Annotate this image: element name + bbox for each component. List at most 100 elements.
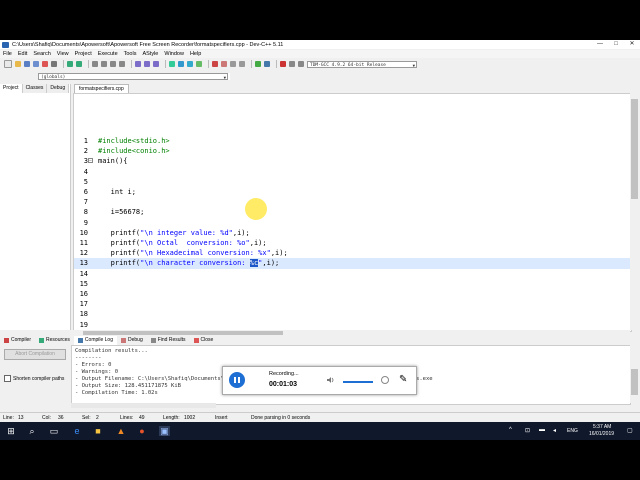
replace-icon[interactable] — [101, 61, 107, 67]
unindent-icon[interactable] — [298, 61, 304, 67]
delete-profile-icon[interactable] — [239, 61, 245, 67]
rebuild-icon[interactable] — [196, 61, 202, 67]
new-file-icon[interactable] — [4, 60, 12, 68]
close-window-button[interactable]: ✕ — [624, 40, 640, 49]
code-line[interactable]: 7 — [74, 197, 631, 207]
notifications-icon[interactable]: ▢ — [627, 427, 633, 434]
new-project-icon[interactable] — [135, 61, 141, 67]
editor-vertical-scrollbar[interactable] — [630, 93, 639, 330]
code-line[interactable]: 12 printf("\n Hexadecimal conversion: %x… — [74, 248, 631, 258]
shorten-paths-checkbox[interactable]: Shorten compiler paths — [4, 375, 64, 382]
menu-window[interactable]: Window — [161, 51, 187, 57]
fold-toggle-icon[interactable]: − — [88, 158, 93, 164]
profile-icon[interactable] — [230, 61, 236, 67]
menu-edit[interactable]: Edit — [15, 51, 30, 57]
tab-compiler[interactable]: Compiler — [0, 336, 35, 345]
edge-browser-icon[interactable]: e — [72, 426, 82, 436]
volume-slider[interactable] — [343, 381, 373, 383]
editor-file-tab[interactable]: formatspecifiers.cpp — [74, 84, 129, 93]
menu-tools[interactable]: Tools — [121, 51, 140, 57]
open-folder-icon[interactable] — [15, 61, 21, 67]
tab-compile-log[interactable]: Compile Log — [73, 336, 117, 345]
project-options-icon[interactable] — [144, 61, 150, 67]
clock-date[interactable]: 16/01/2019 — [589, 431, 614, 437]
scrollbar-thumb[interactable] — [631, 99, 638, 199]
undo-icon[interactable] — [67, 61, 73, 67]
tab-classes[interactable]: Classes — [23, 84, 48, 93]
tab-debug[interactable]: Debug — [47, 84, 70, 93]
pen-annotate-icon[interactable]: ✎ — [399, 375, 407, 385]
volume-icon[interactable]: ◂ — [553, 427, 556, 434]
close-file-icon[interactable] — [42, 61, 48, 67]
code-line[interactable]: 16 — [74, 289, 631, 299]
bookmark-icon[interactable] — [280, 61, 286, 67]
compile-icon[interactable] — [169, 61, 175, 67]
print-icon[interactable] — [51, 61, 57, 67]
code-line[interactable]: 11 printf("\n Octal conversion: %o",i); — [74, 238, 631, 248]
task-view-icon[interactable]: ▭ — [49, 426, 59, 436]
menu-execute[interactable]: Execute — [95, 51, 121, 57]
battery-icon[interactable]: ▬ — [539, 427, 545, 433]
run-icon[interactable] — [178, 61, 184, 67]
code-line[interactable]: 19 — [74, 320, 631, 330]
compiler-select[interactable]: TDM-GCC 4.9.2 64-bit Release ▼ — [307, 60, 417, 68]
code-line[interactable]: 3− main(){ — [74, 156, 631, 166]
windows-start-icon[interactable]: ⊞ — [6, 426, 16, 436]
clock-time[interactable]: 5:37 AM — [593, 424, 611, 430]
network-icon[interactable]: ⊡ — [525, 427, 530, 434]
compile-run-icon[interactable] — [187, 61, 193, 67]
pause-recording-button[interactable] — [229, 372, 245, 388]
menu-astyle[interactable]: AStyle — [139, 51, 161, 57]
indent-icon[interactable] — [289, 61, 295, 67]
member-select[interactable] — [228, 72, 230, 80]
code-line[interactable]: 6 int i; — [74, 187, 631, 197]
microphone-icon[interactable] — [381, 376, 389, 384]
file-explorer-icon[interactable]: ■ — [93, 426, 103, 436]
menu-view[interactable]: View — [54, 51, 72, 57]
code-line[interactable]: 13 printf("\n character conversion: %c",… — [74, 258, 631, 269]
scrollbar-thumb[interactable] — [83, 331, 283, 335]
menu-file[interactable]: File — [0, 51, 15, 57]
code-line[interactable]: 1 #include<stdio.h> — [74, 136, 631, 146]
tab-project[interactable]: Project — [0, 84, 23, 93]
code-line[interactable]: 8 i=56678; — [74, 207, 631, 217]
goto-line-icon[interactable] — [119, 61, 125, 67]
tab-close[interactable]: Close — [190, 336, 218, 345]
find-next-icon[interactable] — [110, 61, 116, 67]
minimize-button[interactable]: — — [592, 40, 608, 49]
speaker-icon[interactable] — [327, 376, 335, 384]
tab-resources[interactable]: Resources — [35, 336, 74, 345]
menu-help[interactable]: Help — [187, 51, 204, 57]
code-line[interactable]: 17 — [74, 299, 631, 309]
menu-project[interactable]: Project — [72, 51, 95, 57]
log-vertical-scrollbar[interactable] — [630, 345, 639, 403]
goto-definition-icon[interactable] — [264, 61, 270, 67]
code-line[interactable]: 9 — [74, 218, 631, 228]
abort-compilation-button[interactable]: Abort Compilation — [4, 349, 66, 360]
add-to-project-icon[interactable] — [153, 61, 159, 67]
menu-search[interactable]: Search — [30, 51, 53, 57]
redo-icon[interactable] — [76, 61, 82, 67]
tab-find-results[interactable]: Find Results — [147, 336, 190, 345]
find-icon[interactable] — [92, 61, 98, 67]
code-line[interactable]: 5 — [74, 177, 631, 187]
search-icon[interactable]: ⌕ — [27, 426, 37, 436]
tab-debug-bottom[interactable]: Debug — [117, 336, 147, 345]
code-line[interactable]: 14 — [74, 269, 631, 279]
log-horizontal-scrollbar[interactable] — [71, 403, 216, 408]
vlc-icon[interactable]: ▲ — [116, 426, 126, 436]
debug-icon[interactable] — [212, 61, 218, 67]
code-line[interactable]: 15 — [74, 279, 631, 289]
language-indicator[interactable]: ENG — [567, 428, 578, 434]
code-editor[interactable]: 1 #include<stdio.h> 2 #include<conio.h> 3− ma… — [73, 93, 632, 332]
devcpp-taskbar-icon[interactable]: ▣ — [159, 426, 170, 436]
scrollbar-thumb[interactable] — [631, 369, 638, 395]
firefox-icon[interactable]: ● — [137, 426, 147, 436]
save-icon[interactable] — [24, 61, 30, 67]
scope-select[interactable]: (globals) ▼ — [38, 72, 228, 80]
save-all-icon[interactable] — [33, 61, 39, 67]
check-syntax-icon[interactable] — [255, 61, 261, 67]
code-line[interactable]: 10 printf("\n integer value: %d",i); — [74, 228, 631, 238]
stop-debug-icon[interactable] — [221, 61, 227, 67]
code-line[interactable]: 2 #include<conio.h> — [74, 146, 631, 156]
